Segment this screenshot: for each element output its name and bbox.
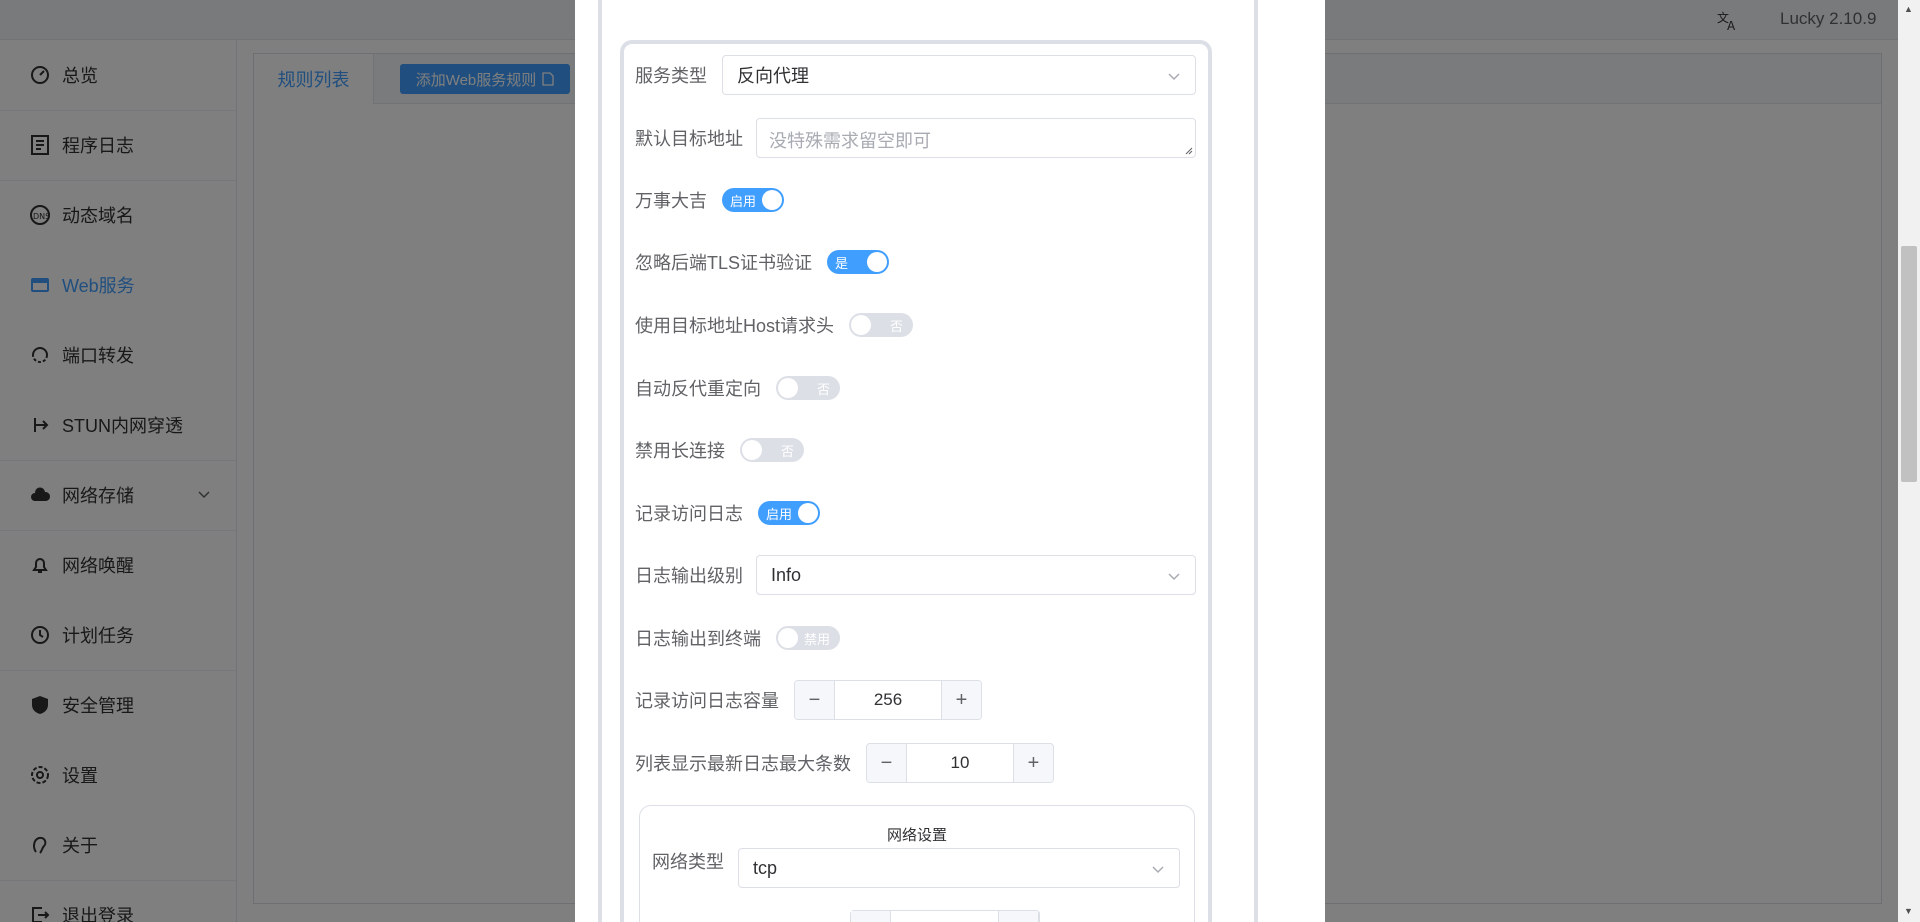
network-type-value: tcp <box>753 857 778 878</box>
network-settings-title: 网络设置 <box>886 827 947 844</box>
network-type-row: 网络类型 <box>652 848 724 874</box>
ignore-tls-switch[interactable]: 是 <box>827 250 890 274</box>
disable-keepalive-label: 禁用长连接 <box>635 441 725 461</box>
form-card <box>620 40 1212 922</box>
decrement-button[interactable]: − <box>867 744 907 782</box>
ignore-tls-label: 忽略后端TLS证书验证 <box>635 253 813 273</box>
rule-edit-dialog: 服务类型 反向代理 默认目标地址 没特殊需求留空即可 万事大吉 启用 忽略后端T… <box>575 0 1325 922</box>
access-log-row: 记录访问日志 启用 <box>635 501 820 525</box>
default-target-placeholder: 没特殊需求留空即可 <box>769 131 931 151</box>
service-type-label: 服务类型 <box>635 66 707 86</box>
resize-grip-icon[interactable] <box>1185 147 1193 155</box>
log-terminal-label: 日志输出到终端 <box>635 629 761 649</box>
wanshi-row: 万事大吉 启用 <box>635 188 784 212</box>
page-scrollbar[interactable]: ▲ ▼ <box>1898 0 1920 922</box>
log-terminal-row: 日志输出到终端 禁用 <box>635 626 840 650</box>
log-capacity-stepper: − 256 + <box>794 680 982 720</box>
increment-button[interactable]: + <box>1013 744 1053 782</box>
switch-text: 否 <box>890 318 904 334</box>
list-max-label: 列表显示最新日志最大条数 <box>635 754 851 774</box>
disable-keepalive-switch[interactable]: 否 <box>740 438 804 462</box>
auto-redirect-row: 自动反代重定向 否 <box>635 376 840 400</box>
use-host-switch[interactable]: 否 <box>849 313 914 337</box>
switch-text: 否 <box>816 381 830 397</box>
service-type-row: 服务类型 <box>635 55 707 95</box>
network-type-select[interactable]: tcp <box>738 848 1180 888</box>
log-capacity-value[interactable]: 256 <box>835 681 941 719</box>
log-capacity-row: 记录访问日志容量 − 256 + <box>635 680 982 720</box>
log-terminal-switch[interactable]: 禁用 <box>776 626 840 650</box>
log-level-select[interactable]: Info <box>756 555 1196 595</box>
switch-text: 否 <box>780 443 794 459</box>
auto-redirect-label: 自动反代重定向 <box>635 379 761 399</box>
chevron-down-icon <box>1168 73 1180 81</box>
default-target-input[interactable]: 没特殊需求留空即可 <box>756 118 1196 158</box>
disable-keepalive-row: 禁用长连接 否 <box>635 438 804 462</box>
log-capacity-label: 记录访问日志容量 <box>635 691 779 711</box>
scrollbar-thumb[interactable] <box>1901 246 1917 482</box>
ignore-tls-row: 忽略后端TLS证书验证 是 <box>635 250 890 274</box>
log-level-label: 日志输出级别 <box>635 566 743 586</box>
chevron-down-icon <box>1152 866 1164 874</box>
use-host-label: 使用目标地址Host请求头 <box>635 316 835 336</box>
chevron-down-icon <box>1168 573 1180 581</box>
switch-text: 启用 <box>766 506 793 522</box>
auto-redirect-switch[interactable]: 否 <box>776 376 840 400</box>
switch-text: 启用 <box>730 193 757 209</box>
log-level-row: 日志输出级别 <box>635 555 743 595</box>
service-type-value: 反向代理 <box>737 66 809 86</box>
default-target-row: 默认目标地址 <box>635 118 743 158</box>
scroll-down-icon[interactable]: ▼ <box>1904 906 1913 916</box>
switch-text: 禁用 <box>803 631 830 647</box>
network-type-label: 网络类型 <box>652 852 724 872</box>
increment-button[interactable]: + <box>941 681 981 719</box>
access-log-switch[interactable]: 启用 <box>758 501 820 525</box>
list-max-stepper: − 10 + <box>866 743 1054 783</box>
wanshi-switch[interactable]: 启用 <box>722 188 784 212</box>
network-settings-box: 网络设置 网络类型 tcp <box>639 805 1195 922</box>
decrement-button[interactable]: − <box>795 681 835 719</box>
service-type-select[interactable]: 反向代理 <box>722 55 1196 95</box>
network-stepper-partial[interactable] <box>850 910 1040 922</box>
access-log-label: 记录访问日志 <box>635 504 743 524</box>
scroll-up-icon[interactable]: ▲ <box>1904 4 1913 14</box>
log-level-value: Info <box>771 564 802 585</box>
switch-text: 是 <box>835 255 849 271</box>
list-max-value[interactable]: 10 <box>907 744 1013 782</box>
list-max-row: 列表显示最新日志最大条数 − 10 + <box>635 743 1054 783</box>
default-target-label: 默认目标地址 <box>635 129 743 149</box>
use-host-row: 使用目标地址Host请求头 否 <box>635 313 914 337</box>
wanshi-label: 万事大吉 <box>635 191 707 211</box>
